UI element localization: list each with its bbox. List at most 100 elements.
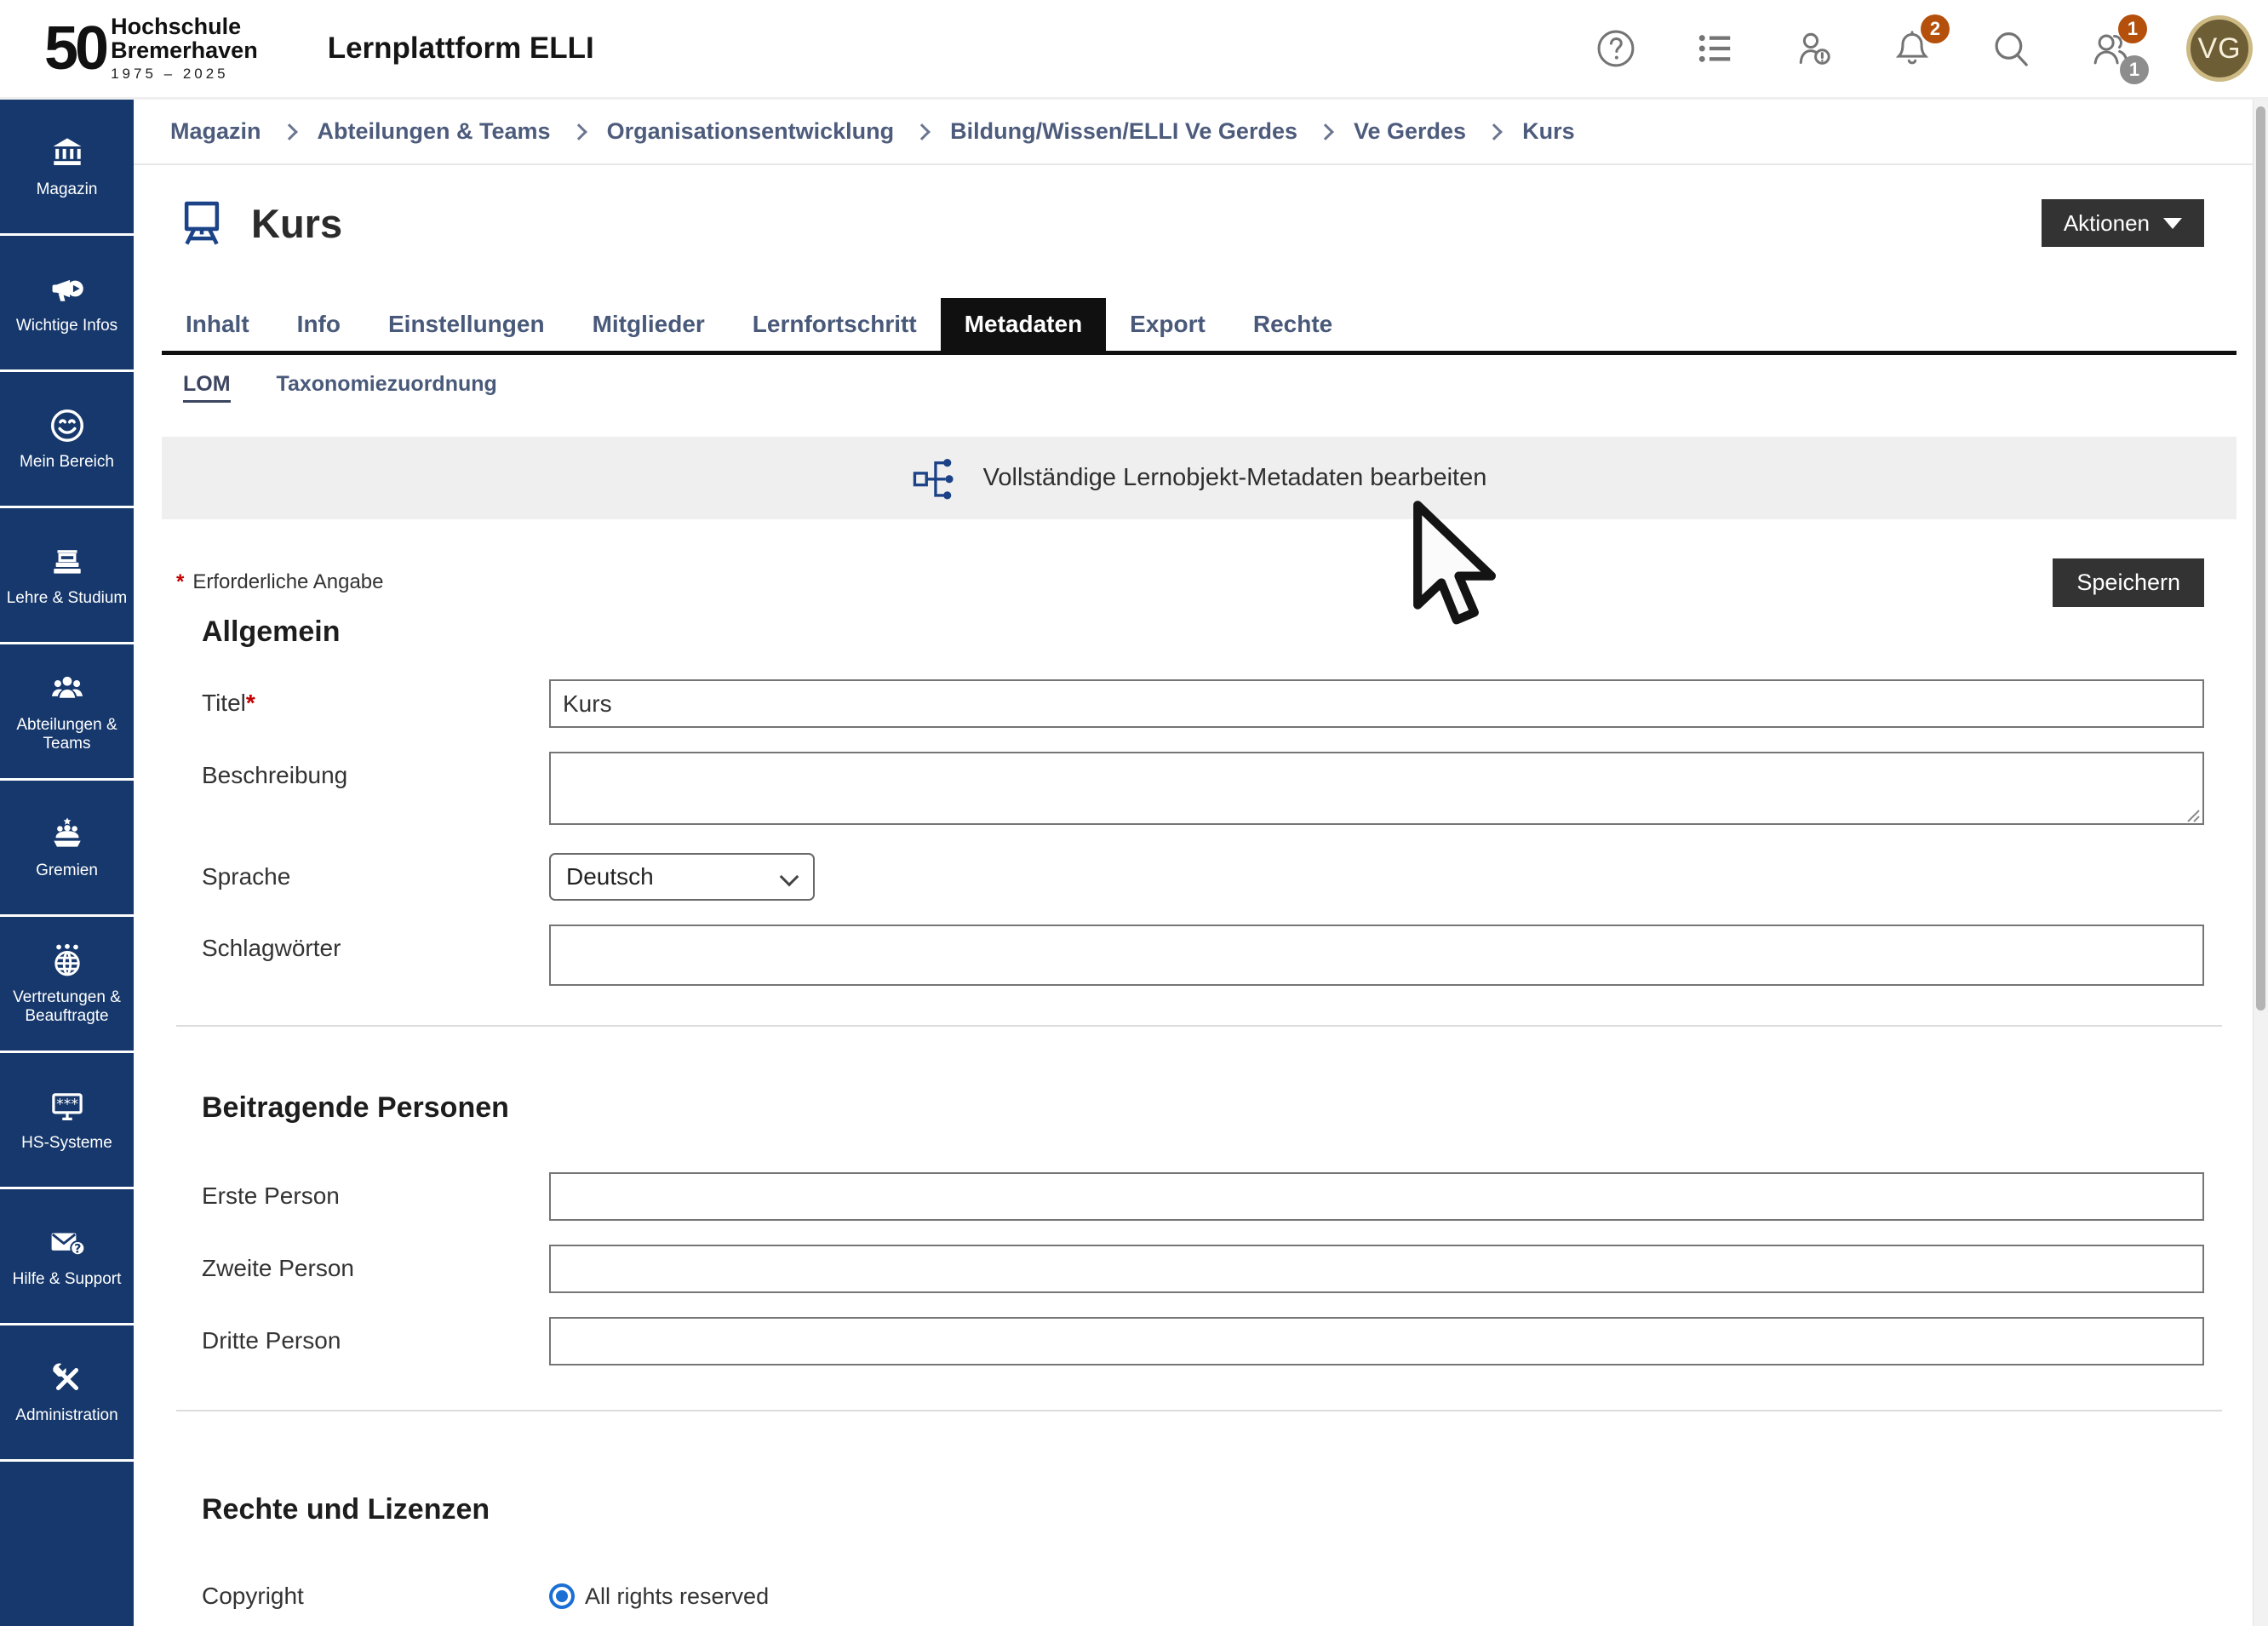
- sidebar-item-wichtige-infos[interactable]: Wichtige Infos: [0, 236, 134, 372]
- logo-line2: Bremerhaven: [111, 38, 258, 62]
- sidebar-item-label: Administration: [12, 1406, 121, 1425]
- titel-input[interactable]: [549, 679, 2204, 728]
- sidebar-item-label: Wichtige Infos: [13, 317, 121, 335]
- tab-rechte[interactable]: Rechte: [1229, 298, 1356, 351]
- subtab-bar: LOM Taxonomiezuordnung: [162, 372, 2236, 403]
- actions-button[interactable]: Aktionen: [2042, 199, 2204, 247]
- chevron-right-icon: [570, 123, 587, 140]
- sidebar-item-label: Mein Bereich: [16, 453, 117, 472]
- breadcrumb-item[interactable]: Organisationsentwicklung: [607, 118, 895, 145]
- form-row-sprache: Sprache Deutsch: [162, 853, 2236, 901]
- schlagwoerter-input[interactable]: [549, 925, 2204, 986]
- beschreibung-textarea[interactable]: [549, 752, 2204, 825]
- globe-people-icon: [48, 942, 87, 981]
- monitor-icon: ***: [48, 1087, 87, 1126]
- breadcrumb-item[interactable]: Ve Gerdes: [1354, 118, 1466, 145]
- copyright-radio-label: All rights reserved: [585, 1583, 769, 1610]
- breadcrumb-item[interactable]: Abteilungen & Teams: [318, 118, 551, 145]
- sidebar-item-lehre-studium[interactable]: Lehre & Studium: [0, 508, 134, 644]
- content-area: Magazin Abteilungen & Teams Organisation…: [134, 100, 2253, 1626]
- section-title-allgemein: Allgemein: [162, 615, 2236, 649]
- sprache-select[interactable]: Deutsch: [549, 853, 815, 901]
- section-title-rechte-lizenzen: Rechte und Lizenzen: [162, 1493, 2236, 1526]
- sidebar-item-label: Lehre & Studium: [3, 589, 131, 608]
- radio-dot: [556, 1590, 568, 1602]
- chevron-right-icon: [1317, 123, 1334, 140]
- field-label-zweite-person: Zweite Person: [202, 1245, 549, 1282]
- sidebar-item-mein-bereich[interactable]: Mein Bereich: [0, 372, 134, 508]
- save-button[interactable]: Speichern: [2053, 558, 2204, 607]
- avatar[interactable]: VG: [2186, 15, 2253, 82]
- sidebar-item-label: Hilfe & Support: [9, 1270, 125, 1289]
- field-label-beschreibung: Beschreibung: [202, 752, 549, 789]
- zweite-person-input[interactable]: [549, 1245, 2204, 1293]
- breadcrumb-item[interactable]: Kurs: [1522, 118, 1575, 145]
- scrollbar-thumb[interactable]: [2256, 106, 2265, 1011]
- svg-text:***: ***: [56, 1096, 78, 1113]
- form-row-titel: Titel*: [162, 679, 2236, 728]
- erste-person-input[interactable]: [549, 1172, 2204, 1221]
- form-row-beschreibung: Beschreibung: [162, 752, 2236, 829]
- app-window: 50 Hochschule Bremerhaven 1975 – 2025 Le…: [0, 0, 2268, 1626]
- top-bar: 50 Hochschule Bremerhaven 1975 – 2025 Le…: [0, 0, 2268, 100]
- help-icon[interactable]: [1594, 26, 1638, 71]
- chevron-right-icon: [281, 123, 298, 140]
- form-header: *Erforderliche Angabe Speichern: [162, 558, 2236, 607]
- section-divider: [176, 1025, 2222, 1027]
- sidebar-item-label: HS-Systeme: [18, 1134, 116, 1153]
- notifications-bell-icon[interactable]: 2: [1890, 26, 1934, 71]
- sidebar-item-label: Magazin: [33, 180, 101, 199]
- breadcrumb-item[interactable]: Bildung/Wissen/ELLI Ve Gerdes: [950, 118, 1297, 145]
- mail-help-icon: ?: [48, 1223, 87, 1262]
- field-label-dritte-person: Dritte Person: [202, 1317, 549, 1354]
- tab-info[interactable]: Info: [273, 298, 364, 351]
- search-icon[interactable]: [1989, 26, 2033, 71]
- university-logo[interactable]: 50 Hochschule Bremerhaven 1975 – 2025: [44, 14, 258, 83]
- form-row-copyright: Copyright All rights reserved: [162, 1583, 2236, 1610]
- contacts-badge-bottom: 1: [2120, 55, 2149, 84]
- sidebar-item-vertretungen-beauftragte[interactable]: Vertretungen & Beauftragte: [0, 917, 134, 1053]
- sidebar-item-administration[interactable]: Administration: [0, 1325, 134, 1462]
- sidebar-item-hs-systeme[interactable]: *** HS-Systeme: [0, 1053, 134, 1189]
- sidebar-item-hilfe-support[interactable]: ? Hilfe & Support: [0, 1189, 134, 1325]
- field-label-titel: Titel*: [202, 679, 549, 717]
- form-row-dritte-person: Dritte Person: [162, 1317, 2236, 1365]
- books-icon: [48, 542, 87, 581]
- logo-50-badge: 50: [44, 18, 106, 79]
- share-icon: [912, 456, 965, 501]
- subtab-taxonomiezuordnung[interactable]: Taxonomiezuordnung: [277, 372, 497, 403]
- subtab-lom[interactable]: LOM: [183, 372, 231, 403]
- sidebar-item-label: Abteilungen & Teams: [0, 716, 134, 754]
- app-title: Lernplattform ELLI: [328, 31, 594, 66]
- tab-bar: Inhalt Info Einstellungen Mitglieder Ler…: [162, 298, 2236, 355]
- scrollbar[interactable]: [2253, 100, 2268, 1626]
- top-toolbar: 2 1 1 VG: [1594, 15, 2253, 82]
- field-label-copyright: Copyright: [202, 1583, 549, 1610]
- tab-mitglieder[interactable]: Mitglieder: [569, 298, 729, 351]
- sidebar-item-label: Vertretungen & Beauftragte: [0, 988, 134, 1027]
- user-pending-icon[interactable]: [1791, 26, 1836, 71]
- todo-list-icon[interactable]: [1692, 26, 1737, 71]
- svg-text:?: ?: [74, 1242, 81, 1256]
- tab-export[interactable]: Export: [1106, 298, 1229, 351]
- sprache-select-value: Deutsch: [566, 863, 654, 890]
- tab-einstellungen[interactable]: Einstellungen: [364, 298, 569, 351]
- contacts-icon[interactable]: 1 1: [2088, 26, 2132, 71]
- sidebar-item-gremien[interactable]: Gremien: [0, 781, 134, 917]
- tab-metadaten[interactable]: Metadaten: [941, 298, 1106, 351]
- section-divider: [176, 1410, 2222, 1411]
- tab-inhalt[interactable]: Inhalt: [162, 298, 273, 351]
- sidebar-item-magazin[interactable]: Magazin: [0, 100, 134, 236]
- section-title-beitragende-personen: Beitragende Personen: [162, 1091, 2236, 1125]
- chevron-down-icon: [780, 867, 799, 887]
- breadcrumb-item[interactable]: Magazin: [170, 118, 261, 145]
- copyright-radio[interactable]: [549, 1583, 575, 1609]
- contacts-badge-top: 1: [2118, 14, 2147, 43]
- sidebar-item-abteilungen-teams[interactable]: Abteilungen & Teams: [0, 644, 134, 781]
- form-row-erste-person: Erste Person: [162, 1172, 2236, 1221]
- dritte-person-input[interactable]: [549, 1317, 2204, 1365]
- tab-lernfortschritt[interactable]: Lernfortschritt: [729, 298, 941, 351]
- page-header: Kurs Aktionen: [162, 196, 2236, 250]
- caret-down-icon: [2163, 218, 2182, 229]
- edit-full-metadata-banner[interactable]: Vollständige Lernobjekt-Metadaten bearbe…: [162, 437, 2236, 519]
